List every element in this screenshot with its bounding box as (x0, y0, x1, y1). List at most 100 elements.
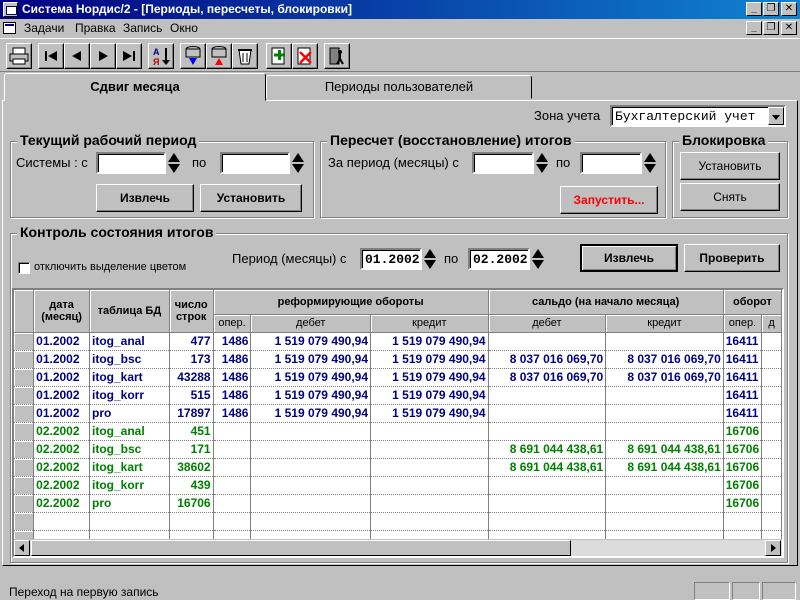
cell-count[interactable]: 477 (169, 332, 214, 351)
cell-r-credit[interactable] (370, 494, 489, 513)
col-saldo-header[interactable]: сальдо (на начало месяца) (488, 290, 724, 315)
cell-r-debit[interactable] (250, 476, 372, 495)
cell-turnover-d[interactable] (761, 332, 782, 351)
row-indicator[interactable] (14, 458, 35, 477)
control-to-spinner[interactable] (531, 248, 544, 270)
row-indicator[interactable] (14, 332, 35, 351)
cell-s-debit[interactable] (488, 476, 607, 495)
empty-cell[interactable] (370, 512, 489, 531)
col-reform-debit-header[interactable]: дебет (250, 314, 372, 333)
row-indicator[interactable] (14, 512, 35, 531)
cell-r-credit[interactable] (370, 458, 489, 477)
row-indicator[interactable] (14, 422, 35, 441)
cell-t-oper[interactable]: 16411 (723, 368, 763, 387)
cell-s-credit[interactable]: 8 037 016 069,70 (605, 350, 724, 369)
run-recalc-button[interactable]: Запустить... (560, 186, 658, 214)
title-bar[interactable]: Система Нордис/2 - [Периоды, пересчеты, … (0, 0, 800, 19)
cell-r-debit[interactable]: 1 519 079 490,94 (250, 332, 372, 351)
col-count-header[interactable]: число строк (169, 290, 214, 333)
recalc-to-spinner[interactable] (643, 152, 656, 174)
cell-t-oper[interactable]: 16706 (723, 476, 763, 495)
empty-cell[interactable] (33, 512, 90, 531)
cell-date[interactable]: 01.2002 (33, 350, 90, 369)
cell-s-credit[interactable] (605, 332, 724, 351)
cell-t-oper[interactable]: 16411 (723, 350, 763, 369)
db-down-icon[interactable] (180, 43, 206, 69)
col-reform-oper-header[interactable]: опер. (213, 314, 252, 333)
empty-cell[interactable] (488, 512, 607, 531)
cell-s-debit[interactable] (488, 332, 607, 351)
empty-cell[interactable] (723, 512, 763, 531)
totals-grid[interactable]: дата (месяц) таблица БД число строк рефо… (12, 288, 784, 558)
cell-t-oper[interactable]: 16706 (723, 440, 763, 459)
cell-count[interactable]: 171 (169, 440, 214, 459)
table-row[interactable]: 01.2002 itog_anal 477 1486 1 519 079 490,94 1… (14, 332, 782, 351)
delete-icon[interactable] (292, 43, 318, 69)
menu-window[interactable]: Окно (170, 21, 198, 35)
menu-edit[interactable]: Правка (75, 21, 116, 35)
empty-cell[interactable] (169, 512, 214, 531)
cell-turnover-d[interactable] (761, 404, 782, 423)
col-reform-header[interactable]: реформирующие обороты (213, 290, 489, 315)
cell-oper[interactable]: 1486 (213, 368, 252, 387)
cell-turnover-d[interactable] (761, 476, 782, 495)
child-minimize-button[interactable]: _ (746, 21, 762, 35)
cell-oper[interactable]: 1486 (213, 350, 252, 369)
cell-r-credit[interactable]: 1 519 079 490,94 (370, 386, 489, 405)
current-set-button[interactable]: Установить (200, 184, 302, 212)
table-row[interactable]: 01.2002 itog_bsc 173 1486 1 519 079 490,94 1 … (14, 350, 782, 369)
cell-r-credit[interactable] (370, 422, 489, 441)
cell-t-oper[interactable]: 16411 (723, 404, 763, 423)
table-row[interactable]: 01.2002 pro 17897 1486 1 519 079 490,94 1 519… (14, 404, 782, 423)
cell-count[interactable]: 515 (169, 386, 214, 405)
control-fetch-button[interactable]: Извлечь (580, 244, 678, 272)
cell-oper[interactable] (213, 476, 252, 495)
cell-s-credit[interactable] (605, 494, 724, 513)
cell-date[interactable]: 02.2002 (33, 476, 90, 495)
cell-s-debit[interactable]: 8 691 044 438,61 (488, 440, 607, 459)
col-turnover-oper-header[interactable]: опер. (723, 314, 763, 333)
cell-date[interactable]: 02.2002 (33, 458, 90, 477)
recalc-from-spinner[interactable] (535, 152, 548, 174)
cell-oper[interactable]: 1486 (213, 332, 252, 351)
cell-turnover-d[interactable] (761, 494, 782, 513)
cell-r-credit[interactable] (370, 476, 489, 495)
zone-select[interactable]: Бухгалтерский учет (610, 105, 786, 127)
col-date-header[interactable]: дата (месяц) (33, 290, 90, 333)
control-from-field[interactable]: 01.2002 (360, 248, 422, 270)
cell-r-debit[interactable]: 1 519 079 490,94 (250, 368, 372, 387)
row-indicator[interactable] (14, 404, 35, 423)
control-check-button[interactable]: Проверить (684, 244, 780, 272)
cell-table[interactable]: itog_bsc (89, 440, 170, 459)
sort-az-icon[interactable]: AЯ (148, 43, 174, 69)
cell-turnover-d[interactable] (761, 458, 782, 477)
cell-date[interactable]: 01.2002 (33, 386, 90, 405)
lock-set-button[interactable]: Установить (680, 152, 780, 180)
cell-r-debit[interactable] (250, 494, 372, 513)
menu-record[interactable]: Запись (123, 21, 162, 35)
empty-cell[interactable] (89, 512, 170, 531)
table-row[interactable]: 02.2002 itog_kart 38602 8 691 044 438,61 8 6… (14, 458, 782, 477)
cell-s-debit[interactable] (488, 494, 607, 513)
system-from-field[interactable] (96, 152, 166, 174)
exit-icon[interactable] (324, 43, 350, 69)
cell-s-debit[interactable]: 8 691 044 438,61 (488, 458, 607, 477)
chevron-down-icon[interactable] (768, 107, 784, 125)
cell-s-debit[interactable] (488, 386, 607, 405)
cell-table[interactable]: pro (89, 494, 170, 513)
control-from-spinner[interactable] (423, 248, 436, 270)
table-row[interactable]: 02.2002 pro 16706 16706 (14, 494, 782, 513)
cell-r-debit[interactable]: 1 519 079 490,94 (250, 386, 372, 405)
printer-icon[interactable] (6, 43, 32, 69)
cell-s-credit[interactable] (605, 476, 724, 495)
system-from-spinner[interactable] (167, 152, 180, 174)
cell-s-credit[interactable] (605, 386, 724, 405)
child-close-button[interactable]: ✕ (781, 21, 797, 35)
cell-oper[interactable] (213, 440, 252, 459)
tab-user-periods[interactable]: Периоды пользователей (266, 75, 532, 99)
cell-r-credit[interactable]: 1 519 079 490,94 (370, 350, 489, 369)
table-row[interactable]: 01.2002 itog_korr 515 1486 1 519 079 490,94 1… (14, 386, 782, 405)
lock-remove-button[interactable]: Снять (680, 183, 780, 211)
prev-record-icon[interactable] (64, 43, 90, 69)
system-to-spinner[interactable] (291, 152, 304, 174)
